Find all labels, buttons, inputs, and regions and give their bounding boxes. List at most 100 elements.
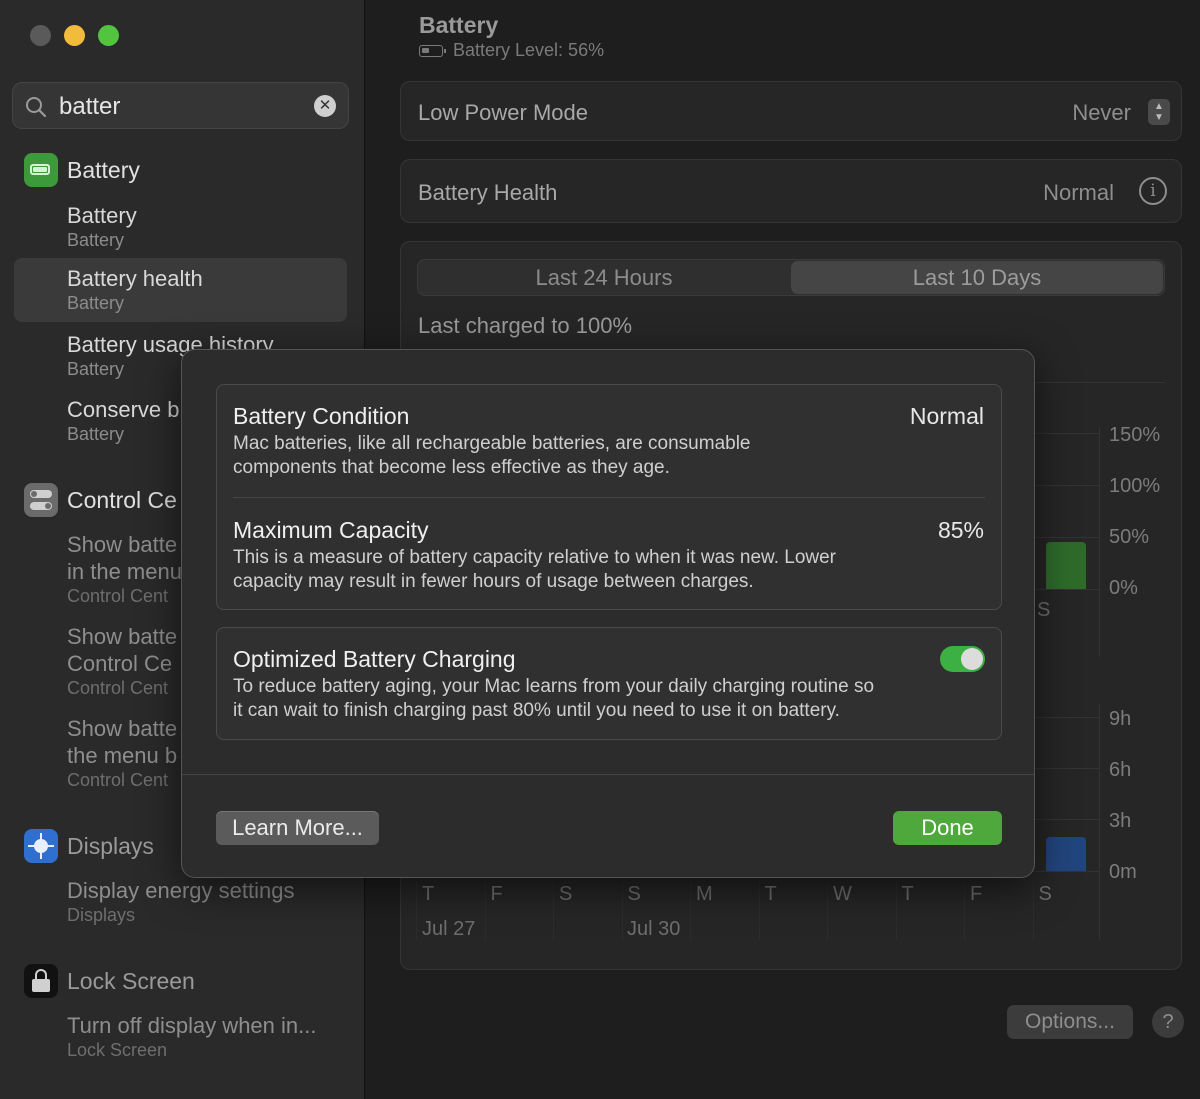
x-tick-label: S [1037, 599, 1051, 621]
gridline [484, 881, 486, 941]
item-title: Battery [67, 203, 137, 228]
item-title: Turn off display when in... [67, 1013, 317, 1038]
window-close-button[interactable] [30, 25, 51, 46]
tab-last-24-hours[interactable]: Last 24 Hours [418, 260, 790, 295]
last-charged-text: Last charged to 100% [418, 313, 633, 338]
sidebar-item-turn-off-display[interactable]: Turn off display when in... Lock Screen [14, 1012, 347, 1066]
x-tick-label: F [490, 883, 503, 905]
optimized-charging-card: Optimized Battery Charging To reduce bat… [216, 627, 1002, 740]
toggle-knob [961, 648, 983, 670]
y-tick-label: 9h [1109, 708, 1132, 730]
battery-level-text: Battery Level: 56% [453, 40, 605, 60]
item-title: Battery health [67, 266, 203, 291]
gridline [758, 881, 760, 941]
gridline [964, 881, 965, 941]
popup-chevron-icon[interactable]: ▲ ▼ [1148, 99, 1170, 125]
x-tick-label: S [1038, 883, 1052, 905]
item-subtitle: Battery [67, 293, 125, 313]
gridline [1032, 881, 1034, 941]
lock-icon [24, 964, 58, 998]
search-input[interactable]: batter [59, 93, 120, 121]
sidebar-item-battery-health[interactable]: Battery health Battery [14, 258, 347, 322]
y-tick-label: 50% [1109, 526, 1150, 548]
sidebar-group-battery[interactable]: Battery [24, 152, 140, 188]
battery-icon [24, 153, 58, 187]
x-tick-label: T [764, 883, 777, 905]
low-power-mode-row: Low Power Mode Never ▲ ▼ [400, 81, 1182, 141]
x-tick-label: F [970, 883, 983, 905]
sidebar-item-display-energy[interactable]: Display energy settings Displays [14, 877, 347, 931]
gridline [827, 881, 828, 941]
x-tick-label: S [559, 883, 573, 905]
window-minimize-button[interactable] [64, 25, 85, 46]
x-tick-label: T [901, 883, 914, 905]
item-title: Display energy settings [67, 878, 295, 903]
window-zoom-button[interactable] [98, 25, 119, 46]
y-tick-label: 3h [1109, 810, 1132, 832]
gridline [553, 881, 554, 941]
group-label: Battery [67, 156, 140, 183]
chart-bar [1046, 542, 1086, 589]
gridline [895, 881, 897, 941]
sidebar-item-battery[interactable]: Battery Battery [14, 199, 347, 259]
battery-health-value: Normal [1043, 180, 1114, 205]
description-line: This is a measure of battery capacity re… [233, 547, 836, 568]
divider [233, 497, 985, 498]
x-tick-label: S [627, 883, 641, 905]
gridline [690, 881, 691, 941]
description-line: To reduce battery aging, your Mac learns… [233, 676, 875, 697]
gridline [416, 881, 417, 941]
maximum-capacity-description: This is a measure of battery capacity re… [233, 546, 953, 594]
item-subtitle: Battery [67, 230, 125, 250]
battery-info-card: Battery Condition Normal Mac batteries, … [216, 384, 1002, 610]
item-subtitle: Displays [67, 905, 136, 925]
sidebar-group-control-centre[interactable]: Control Ce [24, 482, 177, 518]
y-tick-label: 150% [1109, 424, 1161, 446]
battery-condition-description: Mac batteries, like all rechargeable bat… [233, 432, 933, 480]
control-centre-icon [24, 483, 58, 517]
description-line: it can wait to finish charging past 80% … [233, 700, 840, 721]
x-tick-label: M [696, 883, 713, 905]
optimized-charging-toggle[interactable] [940, 646, 985, 672]
optimized-charging-description: To reduce battery aging, your Mac learns… [233, 675, 963, 723]
axis-line [1099, 704, 1100, 940]
tab-last-10-days[interactable]: Last 10 Days [791, 261, 1163, 294]
page-title: Battery [419, 12, 499, 38]
x-tick-label: W [833, 883, 852, 905]
group-label: Lock Screen [67, 967, 195, 994]
sidebar-group-lock-screen[interactable]: Lock Screen [24, 963, 195, 999]
divider [182, 774, 1034, 775]
search-field[interactable]: batter ✕ [12, 82, 349, 129]
time-range-segmented-control: Last 24 Hours Last 10 Days [417, 259, 1165, 296]
y-tick-label: 100% [1109, 475, 1161, 497]
item-subtitle: Lock Screen [67, 1040, 168, 1060]
info-icon[interactable]: i [1139, 177, 1167, 205]
group-label: Displays [67, 832, 154, 859]
date-label: Jul 30 [627, 918, 681, 940]
battery-health-sheet: Battery Condition Normal Mac batteries, … [181, 349, 1035, 878]
battery-health-row: Battery Health Normal i [400, 159, 1182, 223]
x-tick-label: T [422, 883, 435, 905]
maximum-capacity-value: 85% [937, 517, 984, 543]
gridline [621, 881, 623, 941]
sidebar-group-displays[interactable]: Displays [24, 828, 154, 864]
maximum-capacity-title: Maximum Capacity [233, 517, 429, 543]
date-label: Jul 27 [422, 918, 476, 940]
description-line: capacity may result in fewer hours of us… [233, 571, 754, 592]
done-button[interactable]: Done [893, 811, 1002, 845]
options-button[interactable]: Options... [1007, 1005, 1133, 1039]
battery-level: Battery Level: 56% [419, 40, 604, 61]
chart-bar [1046, 837, 1086, 871]
y-tick-label: 0% [1109, 577, 1138, 599]
low-power-mode-value[interactable]: Never [1072, 100, 1131, 126]
learn-more-button[interactable]: Learn More... [216, 811, 379, 845]
battery-health-label: Battery Health [418, 180, 558, 205]
battery-condition-title: Battery Condition [233, 403, 410, 429]
description-line: Mac batteries, like all rechargeable bat… [233, 433, 751, 454]
battery-condition-value: Normal [909, 403, 984, 429]
description-line: components that become less effective as… [233, 457, 670, 478]
clear-search-icon[interactable]: ✕ [314, 95, 336, 117]
search-icon [26, 97, 47, 118]
axis-line [1099, 427, 1100, 657]
help-button[interactable]: ? [1152, 1006, 1184, 1038]
